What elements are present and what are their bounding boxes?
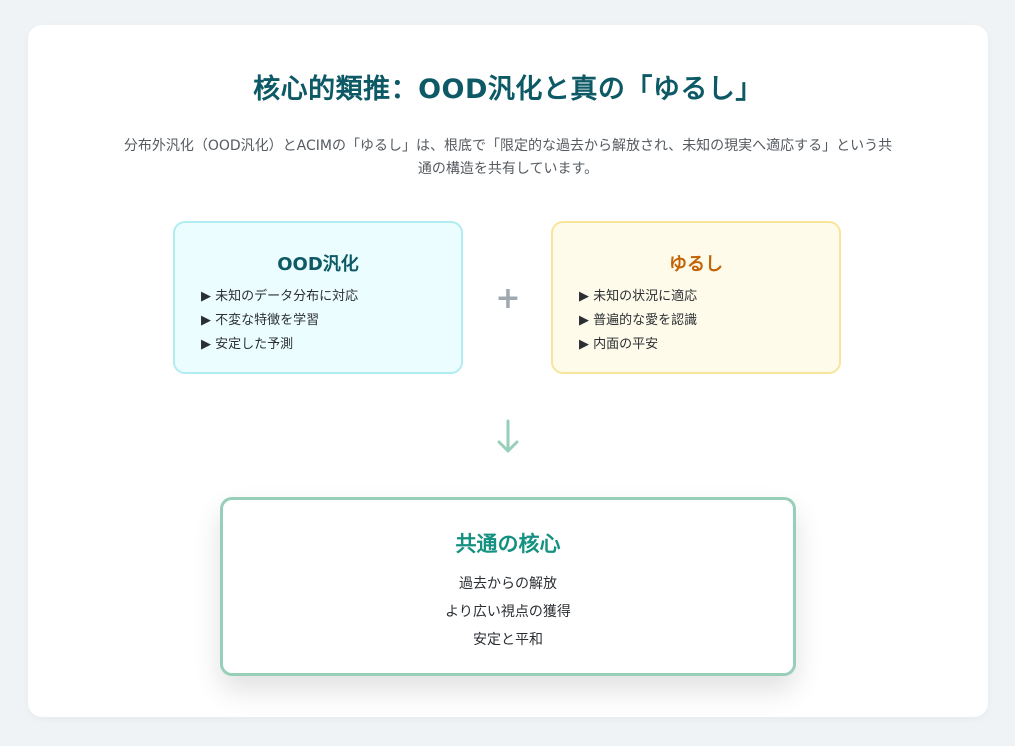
list-item: ▶ 不変な特徴を学習 — [201, 313, 320, 328]
list-item: ▶ 未知の状況に適応 — [579, 289, 698, 304]
ood-box: OOD汎化 ▶ 未知のデータ分布に対応 ▶ 不変な特徴を学習 ▶ 安定した予測 — [173, 221, 463, 374]
yurushi-box: ゆるし ▶ 未知の状況に適応 ▶ 普遍的な愛を認識 ▶ 内面の平安 — [551, 221, 841, 374]
arrow-down-icon — [497, 419, 519, 453]
list-item: より広い視点の獲得 — [445, 604, 571, 620]
ood-box-list: ▶ 未知のデータ分布に対応 ▶ 不変な特徴を学習 ▶ 安定した予測 — [201, 285, 358, 357]
yurushi-box-title: ゆるし — [669, 254, 723, 275]
ood-box-title: OOD汎化 — [277, 254, 359, 275]
page-description: 分布外汎化（OOD汎化）とACIMの「ゆるし」は、根底で「限定的な過去から解放さ… — [123, 138, 893, 177]
core-box: 共通の核心 過去からの解放 より広い視点の獲得 安定と平和 — [220, 497, 796, 676]
page-title: 核心的類推：OOD汎化と真の「ゆるし」 — [253, 74, 763, 105]
core-box-title: 共通の核心 — [455, 532, 561, 556]
core-box-list: 過去からの解放 より広い視点の獲得 安定と平和 — [223, 570, 793, 654]
list-item: 安定と平和 — [473, 632, 543, 648]
yurushi-box-list: ▶ 未知の状況に適応 ▶ 普遍的な愛を認識 ▶ 内面の平安 — [579, 285, 697, 357]
list-item: ▶ 安定した予測 — [201, 337, 294, 352]
list-item: 過去からの解放 — [459, 576, 557, 592]
list-item: ▶ 内面の平安 — [579, 337, 659, 352]
main-card: 核心的類推：OOD汎化と真の「ゆるし」 分布外汎化（OOD汎化）とACIMの「ゆ… — [28, 25, 988, 717]
plus-icon: + — [495, 281, 521, 316]
list-item: ▶ 未知のデータ分布に対応 — [201, 289, 359, 304]
list-item: ▶ 普遍的な愛を認識 — [579, 313, 698, 328]
